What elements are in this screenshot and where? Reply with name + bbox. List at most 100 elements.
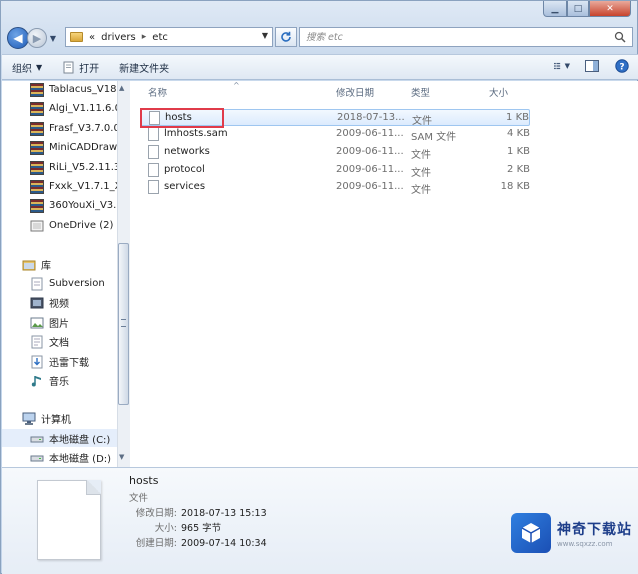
scroll-up-arrow-icon[interactable]: ▲ (119, 84, 124, 92)
sidebar-item-subversion[interactable]: Subversion (30, 275, 105, 292)
help-button[interactable]: ? (614, 58, 630, 74)
details-modified: 修改日期: 2018-07-13 15:13 (135, 508, 267, 519)
archive-icon (30, 198, 44, 213)
chevron-down-icon: ▼ (564, 62, 570, 70)
search-box[interactable] (299, 27, 633, 47)
address-dropdown-chevron-down-icon[interactable]: ▼ (262, 31, 268, 40)
svg-text:?: ? (619, 63, 624, 73)
content-area: Tablacus_V18 Algi_V1.11.6.0 Frasf_V3.7.0… (2, 81, 638, 467)
sidebar-item-videos[interactable]: 视频 (30, 294, 69, 311)
watermark-url: www.sqxzz.com (557, 539, 613, 548)
preview-pane-icon (585, 60, 599, 72)
document-icon (31, 335, 43, 348)
details-file-type: 文件 (129, 493, 149, 504)
address-bar[interactable]: « drivers ▸ etc ▼ (65, 27, 273, 47)
sidebar-item-drive-c[interactable]: 本地磁盘 (C:) (30, 430, 110, 447)
sidebar-item-algi[interactable]: Algi_V1.11.6.0 (30, 100, 121, 117)
breadcrumb-drivers[interactable]: drivers (101, 32, 136, 43)
sidebar-item-thunder-downloads[interactable]: 迅雷下载 (30, 353, 89, 370)
chevron-down-icon: ▼ (36, 62, 43, 72)
sidebar-item-tablacus[interactable]: Tablacus_V18 (30, 81, 116, 98)
search-icon[interactable] (614, 31, 626, 43)
window-controls: ▁ □ ✕ (543, 1, 631, 17)
library-icon (22, 260, 36, 270)
sidebar-item-drive-d[interactable]: 本地磁盘 (D:) (30, 449, 111, 466)
new-folder-label: 新建文件夹 (119, 63, 170, 75)
open-label: 打开 (79, 63, 100, 75)
column-header-type[interactable]: 类型 (411, 85, 430, 99)
column-header-name[interactable]: 名称 (148, 85, 167, 99)
file-row-services[interactable]: services 2009-06-11... 文件 18 KB (140, 179, 530, 196)
watermark-title: 神奇下载站 (557, 521, 632, 538)
sidebar-item-onedrive[interactable]: OneDrive (2) (30, 217, 113, 234)
command-bar: 组织 ▼ 打开 新建文件夹 ▼ ? (2, 54, 638, 80)
drive-icon (30, 436, 44, 442)
help-icon: ? (615, 59, 629, 73)
picture-icon (30, 317, 44, 328)
column-header-date[interactable]: 修改日期 (336, 85, 374, 99)
minimize-button[interactable]: ▁ (543, 1, 567, 17)
navigation-bar: ◀ ▶ ▼ « drivers ▸ etc ▼ (7, 26, 633, 50)
explorer-window: ▁ □ ✕ ◀ ▶ ▼ « drivers ▸ etc ▼ 搜索 etc 组织 … (0, 0, 638, 574)
scroll-grip-icon (121, 319, 126, 327)
video-icon (30, 297, 44, 308)
download-icon (31, 355, 43, 368)
maximize-button[interactable]: □ (567, 1, 589, 17)
sidebar-item-pictures[interactable]: 图片 (30, 314, 69, 331)
sidebar-item-documents[interactable]: 文档 (30, 333, 69, 350)
search-input[interactable] (306, 31, 606, 43)
back-button[interactable]: ◀ (7, 27, 29, 49)
recent-pages-chevron-down-icon[interactable]: ▼ (47, 34, 59, 43)
sidebar-item-rili[interactable]: RiLi_V5.2.11.3 (30, 159, 120, 176)
archive-icon (30, 160, 44, 175)
organize-button[interactable]: 组织 ▼ (2, 56, 52, 78)
details-file-name: hosts (129, 474, 159, 487)
column-header-size[interactable]: 大小 (489, 85, 508, 99)
archive-icon (30, 101, 44, 116)
refresh-button[interactable] (275, 27, 297, 47)
large-file-icon (37, 480, 101, 560)
file-icon (148, 127, 159, 141)
sidebar-item-fxxk[interactable]: Fxxk_V1.7.1_X (30, 178, 122, 195)
new-folder-button[interactable]: 新建文件夹 (109, 56, 179, 78)
cube-icon (521, 523, 541, 543)
details-size: 大小: 965 字节 (154, 523, 222, 534)
archive-icon (30, 121, 44, 136)
computer-icon (22, 412, 36, 425)
file-icon (148, 145, 159, 159)
archive-icon (30, 82, 44, 97)
archive-icon (30, 179, 44, 194)
organize-label: 组织 (12, 63, 32, 75)
view-options-button[interactable]: ▼ (554, 58, 570, 74)
file-icon (148, 163, 159, 177)
folder-icon (70, 32, 83, 42)
sidebar-item-360youxi[interactable]: 360YouXi_V3. (30, 197, 116, 214)
music-icon (31, 375, 41, 386)
sidebar-item-music[interactable]: 音乐 (30, 372, 69, 389)
sidebar-computer[interactable]: 计算机 (22, 410, 71, 427)
file-list: 名称 ^ 修改日期 类型 大小 hosts 2018-07-13... 文件 1… (132, 81, 638, 467)
sidebar-libraries[interactable]: 库 (22, 256, 51, 273)
file-row-lmhosts[interactable]: lmhosts.sam 2009-06-11... SAM 文件 4 KB (140, 126, 530, 143)
watermark-box-icon (511, 513, 551, 553)
breadcrumb-overflow[interactable]: « (89, 32, 95, 43)
archive-icon (30, 140, 44, 155)
close-button[interactable]: ✕ (589, 1, 631, 17)
refresh-icon (281, 31, 291, 42)
open-button[interactable]: 打开 (52, 56, 109, 78)
breadcrumb-etc[interactable]: etc (152, 32, 168, 43)
sidebar-item-minicaddraw[interactable]: MiniCADDraw (30, 139, 117, 156)
file-row-protocol[interactable]: protocol 2009-06-11... 文件 2 KB (140, 162, 530, 179)
open-file-icon (63, 61, 74, 73)
red-annotation-box (140, 108, 224, 128)
sort-caret-icon: ^ (233, 81, 240, 90)
details-created: 创建日期: 2009-07-14 10:34 (135, 538, 267, 549)
scroll-down-arrow-icon[interactable]: ▼ (119, 453, 124, 461)
preview-pane-button[interactable] (584, 58, 600, 74)
sidebar-item-frasf[interactable]: Frasf_V3.7.0.0 (30, 120, 120, 137)
file-row-networks[interactable]: networks 2009-06-11... 文件 1 KB (140, 144, 530, 161)
breadcrumb-separator-icon[interactable]: ▸ (142, 32, 147, 42)
onedrive-icon (30, 220, 44, 231)
forward-button[interactable]: ▶ (27, 28, 47, 48)
navigation-pane: Tablacus_V18 Algi_V1.11.6.0 Frasf_V3.7.0… (2, 81, 130, 467)
